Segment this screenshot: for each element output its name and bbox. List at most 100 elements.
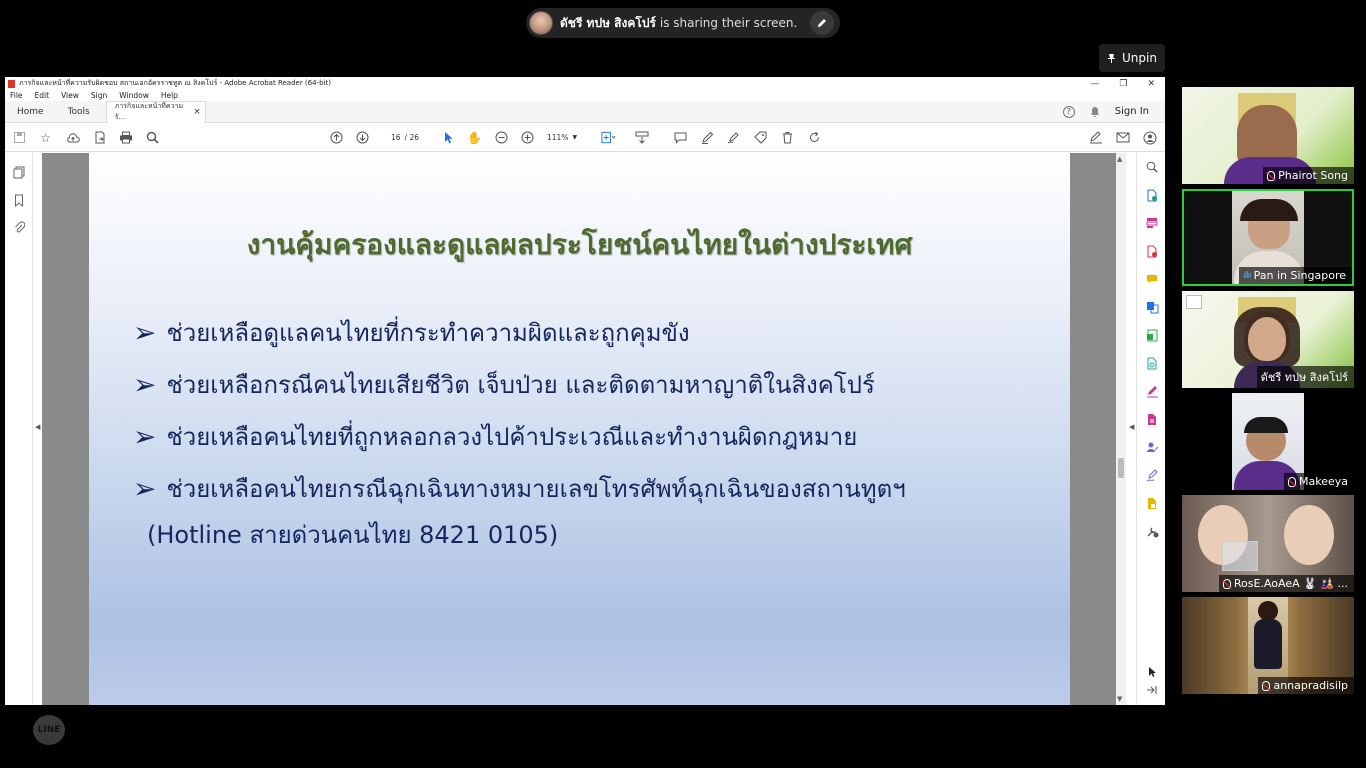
menu-window[interactable]: Window (119, 91, 149, 100)
tab-home[interactable]: Home (5, 101, 56, 123)
request-signature-icon[interactable] (1145, 440, 1159, 454)
pdf-page-slide: งานคุ้มครองและดูแลผลประโยชน์คนไทยในต่างป… (89, 153, 1070, 705)
stamp-tag-icon[interactable] (753, 130, 768, 145)
participant-tile[interactable]: annapradisilp (1182, 597, 1354, 694)
vertical-scrollbar[interactable] (1116, 153, 1126, 705)
organize-pages-icon[interactable] (1145, 216, 1159, 230)
tab-tools[interactable]: Tools (56, 101, 102, 123)
zoom-search-icon[interactable] (145, 130, 160, 145)
save-icon[interactable] (12, 130, 27, 145)
participant-name-label: ดัชรี ทปษ สิงคโปร์ (1256, 366, 1354, 388)
comment-icon[interactable] (673, 130, 688, 145)
upload-cloud-icon[interactable] (65, 130, 80, 145)
participant-tile[interactable]: Makeeya (1182, 393, 1354, 490)
zoom-level: 111% (547, 133, 569, 142)
participant-name-label: annapradisilp (1258, 677, 1354, 694)
bullet-arrow-icon: ➢ (133, 368, 157, 401)
tab-document[interactable]: ภารกิจและหน้าที่ความรั... × (105, 100, 206, 123)
participant-tile-active-speaker[interactable]: ıllıı Pan in Singapore (1182, 189, 1354, 286)
page-thumbnails-icon[interactable] (12, 165, 26, 179)
zoom-in-icon[interactable] (520, 130, 535, 145)
scroll-down-icon[interactable]: ▼ (1117, 695, 1122, 703)
screen-share-banner: ดัชรี ทปษ สิงคโปร์ is sharing their scre… (526, 8, 840, 38)
share-user-icon[interactable] (1142, 130, 1157, 145)
mic-muted-icon (1262, 680, 1271, 691)
select-cursor-icon[interactable] (441, 130, 456, 145)
scan-ocr-icon[interactable] (1145, 356, 1159, 370)
menu-help[interactable]: Help (161, 91, 178, 100)
fill-sign-tool-icon[interactable] (1145, 384, 1159, 398)
fill-sign-icon[interactable] (1088, 130, 1103, 145)
current-page[interactable]: 16 (391, 133, 401, 142)
page-number-field[interactable]: 16 / 26 (383, 130, 427, 145)
trash-icon[interactable] (780, 130, 795, 145)
zoom-out-icon[interactable] (494, 130, 509, 145)
menu-view[interactable]: View (61, 91, 79, 100)
zoom-level-dropdown[interactable]: 111% ▼ (547, 130, 587, 145)
participant-name-label: RosE.AoAeA 🐰 🎎 ... (1218, 575, 1354, 592)
minimize-button[interactable]: — (1090, 79, 1099, 89)
restore-button[interactable]: ❐ (1119, 79, 1127, 89)
combine-files-icon[interactable] (1145, 300, 1159, 314)
menu-sign[interactable]: Sign (91, 91, 107, 100)
participant-tile[interactable]: ดัชรี ทปษ สิงคโปร์ (1182, 291, 1354, 388)
edit-pdf-icon[interactable] (1145, 412, 1159, 426)
bullet-arrow-icon: ➢ (133, 316, 157, 349)
export-pdf-icon[interactable] (1145, 188, 1159, 202)
unpin-button[interactable]: Unpin (1099, 44, 1165, 72)
share-message: is sharing their screen. (659, 16, 798, 30)
acrobat-app-icon (8, 79, 15, 88)
hand-tool-icon[interactable]: ✋ (467, 130, 482, 145)
menu-bar: File Edit View Sign Window Help (5, 90, 1165, 101)
participant-photo-face-right (1284, 505, 1334, 565)
export-file-icon[interactable] (92, 130, 107, 145)
bell-icon[interactable] (1089, 106, 1101, 118)
more-tools-icon[interactable] (1145, 524, 1159, 538)
scroll-mode-icon[interactable] (634, 130, 649, 145)
participant-name: ดัชรี ทปษ สิงคโปร์ (1260, 371, 1348, 384)
compress-pdf-icon[interactable] (1145, 328, 1159, 342)
unpin-label: Unpin (1122, 51, 1157, 65)
participant-tile[interactable]: RosE.AoAeA 🐰 🎎 ... (1182, 495, 1354, 592)
participant-name: RosE.AoAeA 🐰 🎎 ... (1233, 577, 1348, 590)
create-pdf-icon[interactable] (1145, 244, 1159, 258)
expand-pane-icon[interactable] (1145, 683, 1159, 697)
left-navigation-pane (5, 153, 33, 705)
annotate-button[interactable] (810, 11, 834, 35)
next-page-icon[interactable] (355, 130, 370, 145)
participant-name: Phairot Song (1278, 169, 1348, 182)
mic-muted-icon (1222, 578, 1231, 589)
audio-wave-icon: ıllıı (1243, 270, 1251, 281)
highlight-pen-icon[interactable] (700, 130, 715, 145)
attachment-icon[interactable] (12, 220, 26, 234)
close-window-button[interactable]: ✕ (1147, 79, 1155, 89)
protect-icon[interactable] (1145, 496, 1159, 510)
participant-tile[interactable]: Phairot Song (1182, 87, 1354, 184)
menu-edit[interactable]: Edit (35, 91, 50, 100)
search-icon[interactable] (1145, 160, 1159, 174)
menu-file[interactable]: File (10, 91, 23, 100)
collapse-left-pane-icon[interactable]: ◀ (35, 423, 40, 431)
collapse-right-pane-icon[interactable]: ◀ (1129, 423, 1134, 431)
previous-page-icon[interactable] (329, 130, 344, 145)
comment-tool-icon[interactable] (1145, 272, 1159, 286)
mouse-cursor-icon (1145, 665, 1159, 679)
help-icon[interactable]: ? (1062, 105, 1075, 118)
scroll-up-icon[interactable]: ▲ (1117, 155, 1122, 163)
slide-bullet-2: ➢ ช่วยเหลือกรณีคนไทยเสียชีวิต เจ็บป่วย แ… (133, 365, 875, 404)
sign-pen-icon[interactable] (726, 130, 741, 145)
document-tab-label: ภารกิจและหน้าที่ความรั... (114, 102, 184, 121)
email-icon[interactable] (1115, 130, 1130, 145)
sign-in-button[interactable]: Sign In (1115, 106, 1149, 117)
screen-share-indicator-icon (1186, 295, 1202, 309)
close-tab-icon[interactable]: × (193, 107, 201, 117)
mic-muted-icon (1288, 476, 1296, 487)
scrollbar-thumb[interactable] (1118, 458, 1124, 478)
sign-tool-icon[interactable] (1145, 468, 1159, 482)
print-icon[interactable] (118, 130, 133, 145)
fit-page-icon[interactable] (601, 130, 616, 145)
slide-bullet-1: ➢ ช่วยเหลือดูแลคนไทยที่กระทำความผิดและถู… (133, 313, 690, 352)
rotate-icon[interactable] (807, 130, 822, 145)
bookmark-icon[interactable] (12, 193, 26, 207)
star-icon[interactable]: ☆ (38, 130, 53, 145)
